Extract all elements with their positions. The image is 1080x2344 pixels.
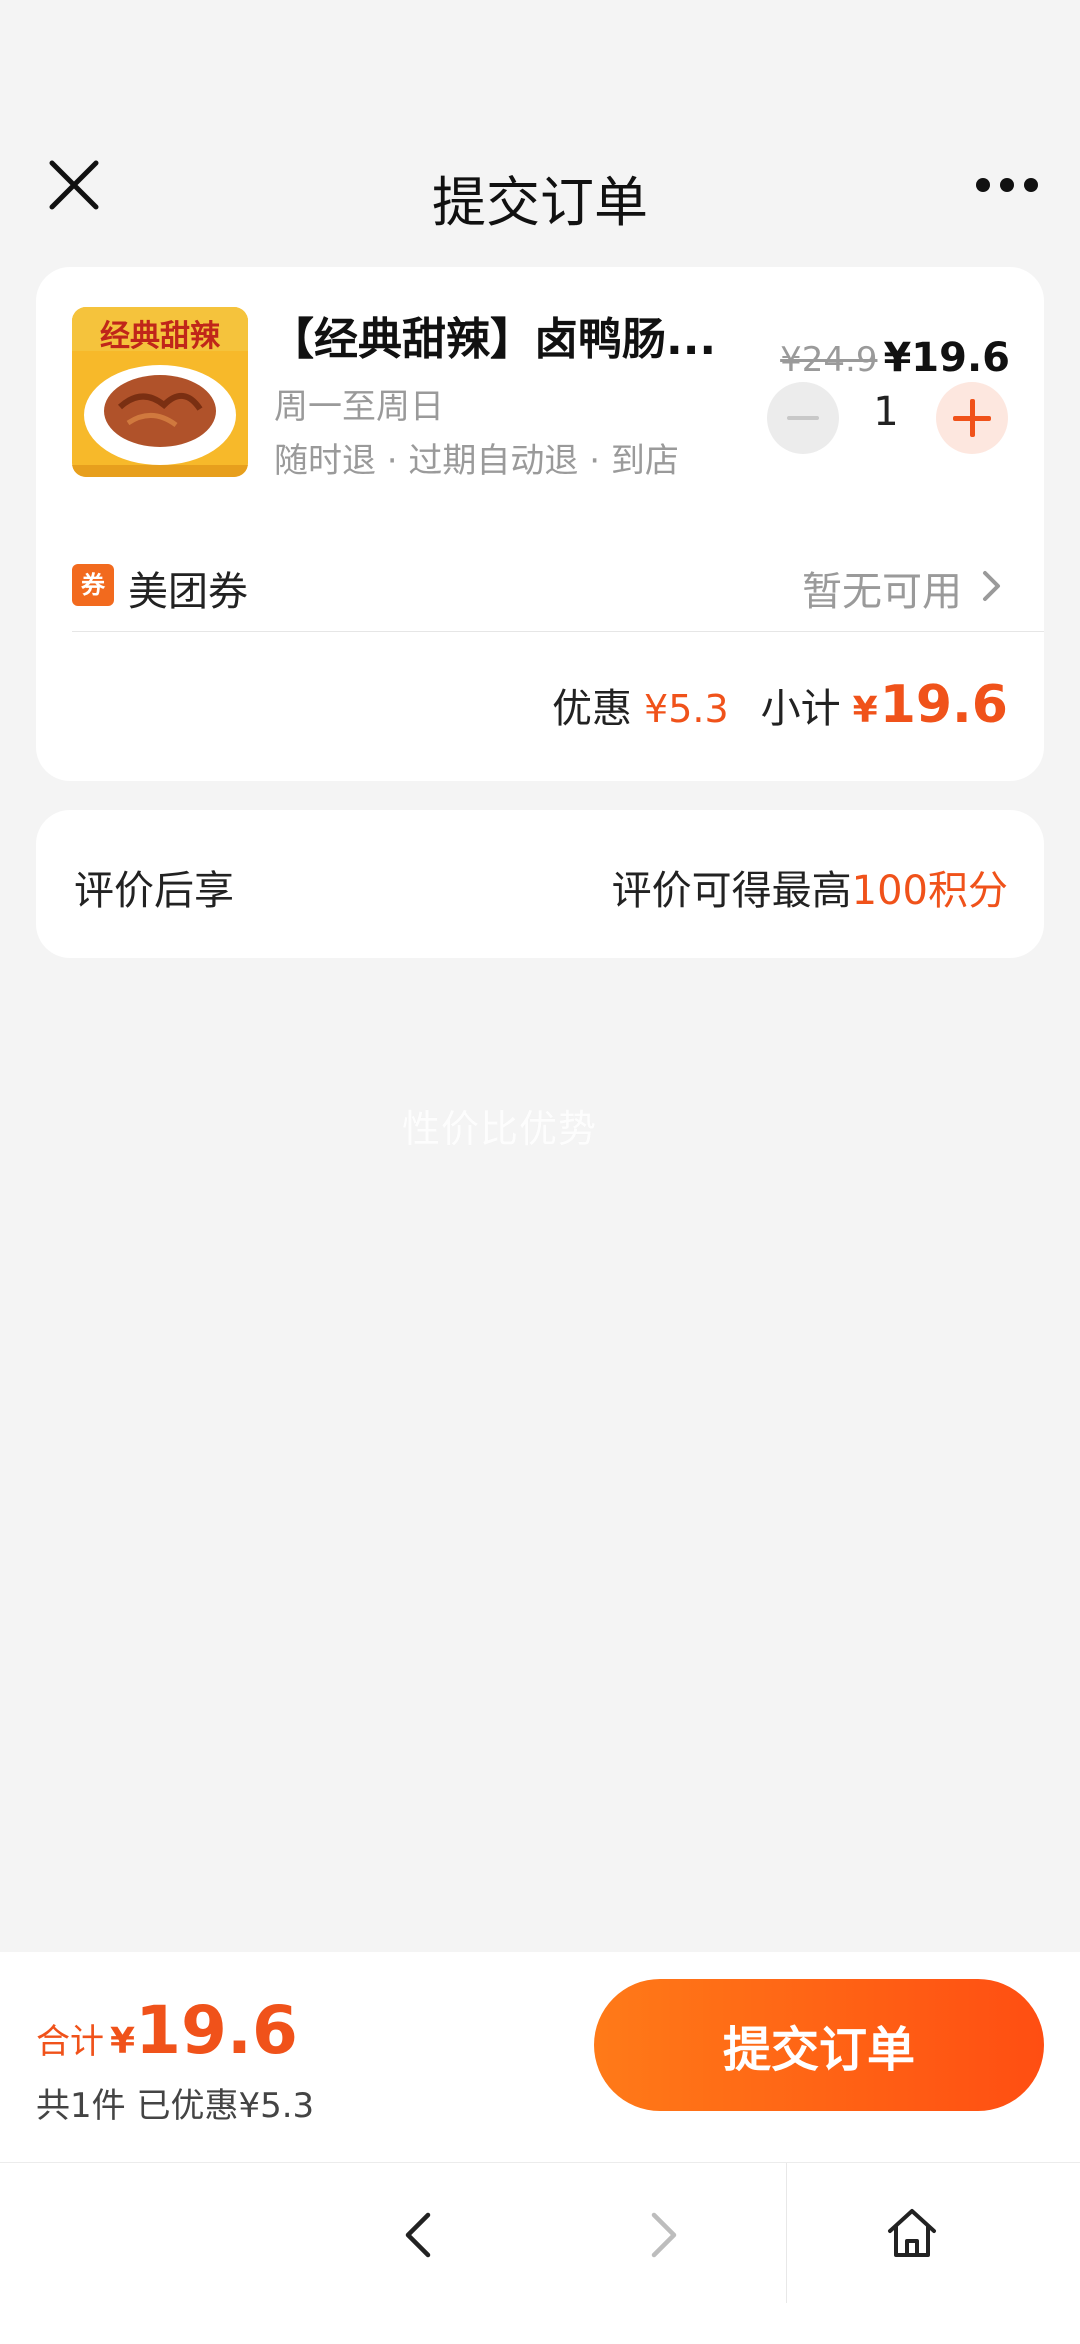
watermark-text: 性价比优势 bbox=[402, 1107, 598, 1151]
bottom-nav-bar bbox=[0, 2162, 1080, 2344]
header-bar: 提交订单 bbox=[0, 0, 1080, 258]
increase-quantity-button[interactable] bbox=[936, 382, 1008, 454]
back-button[interactable] bbox=[396, 2205, 442, 2265]
discount-label: 优惠 bbox=[552, 686, 633, 732]
review-reward-card: 评价后享 评价可得最高100积分 bbox=[36, 810, 1044, 958]
review-reward-label: 评价后享 bbox=[74, 868, 234, 914]
original-price: ¥24.9 bbox=[780, 340, 878, 380]
product-name: 【经典甜辣】卤鸭肠... bbox=[270, 314, 717, 365]
chevron-right-icon bbox=[983, 571, 1000, 601]
home-icon bbox=[888, 2209, 936, 2257]
product-availability: 周一至周日 bbox=[274, 387, 444, 427]
current-price: ¥19.6 bbox=[883, 335, 1010, 381]
order-submit-page: 提交订单 经典甜辣 【经典甜辣】卤鸭肠... 周一至周日 随时退 · 过期自动退… bbox=[0, 0, 1080, 2344]
refund-policy: 随时退 · 过期自动退 · 到店 bbox=[274, 441, 679, 481]
subtotal-currency: ¥ bbox=[852, 690, 878, 731]
divider bbox=[72, 631, 1044, 632]
more-icon bbox=[976, 178, 1038, 192]
more-button[interactable] bbox=[975, 170, 1039, 200]
forward-button[interactable] bbox=[640, 2205, 686, 2265]
coupon-value: 暂无可用 bbox=[802, 569, 962, 615]
total-line: 合计 ¥ 19.6 bbox=[36, 1992, 298, 2069]
review-reward-value: 评价可得最高100积分 bbox=[612, 858, 1008, 916]
quantity-value: 1 bbox=[873, 389, 899, 435]
price-summary: 优惠 ¥5.3 小计 ¥ 19.6 bbox=[552, 675, 1008, 735]
coupon-icon: 券 bbox=[72, 564, 114, 606]
review-reward-points: 100积分 bbox=[851, 868, 1008, 914]
chevron-right-icon bbox=[651, 2212, 677, 2258]
chevron-left-icon bbox=[405, 2212, 431, 2258]
coupon-label: 美团券 bbox=[128, 569, 248, 615]
order-card: 经典甜辣 【经典甜辣】卤鸭肠... 周一至周日 随时退 · 过期自动退 · 到店… bbox=[36, 267, 1044, 781]
total-currency: ¥ bbox=[110, 2021, 136, 2062]
home-button[interactable] bbox=[884, 2203, 940, 2263]
checkout-bar: 合计 ¥ 19.6 共1件 已优惠¥5.3 提交订单 bbox=[0, 1952, 1080, 2162]
discount-value: ¥5.3 bbox=[644, 687, 729, 731]
item-count-discount: 共1件 已优惠¥5.3 bbox=[36, 2086, 315, 2126]
page-title: 提交订单 bbox=[432, 171, 648, 234]
product-image[interactable]: 经典甜辣 bbox=[72, 307, 248, 477]
product-image-caption: 经典甜辣 bbox=[100, 319, 220, 354]
price-line: ¥24.9 ¥19.6 bbox=[780, 335, 1010, 381]
nav-divider bbox=[786, 2163, 787, 2303]
review-reward-prefix: 评价可得最高 bbox=[611, 868, 852, 914]
coupon-row[interactable]: 券 美团券 暂无可用 bbox=[36, 539, 1044, 629]
total-amount: 19.6 bbox=[135, 1992, 298, 2069]
subtotal-value: 19.6 bbox=[879, 675, 1008, 735]
submit-order-button[interactable]: 提交订单 bbox=[594, 1979, 1044, 2111]
total-label: 合计 bbox=[36, 2022, 104, 2062]
subtotal-label: 小计 bbox=[760, 686, 841, 732]
decrease-quantity-button[interactable] bbox=[767, 382, 839, 454]
